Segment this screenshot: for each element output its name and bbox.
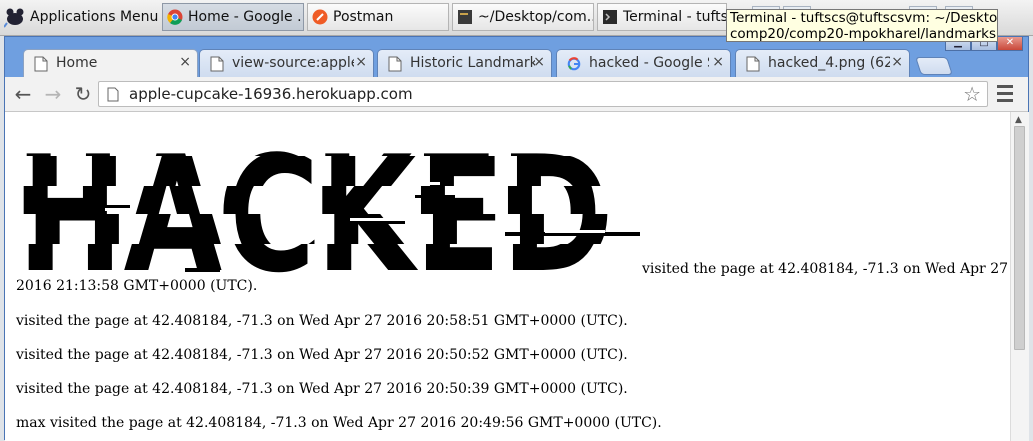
reload-icon: ↻ [74,82,92,106]
page-icon [746,56,760,72]
address-bar[interactable]: apple-cupcake-16936.herokuapp.com ☆ [98,81,988,107]
tab-label: Home [56,55,98,71]
tab-label: view-source:apple-c [232,55,354,71]
taskbar-item-label: Terminal - tufts... [623,9,726,25]
taskbar-item-file-terminal[interactable]: ~/Desktop/com... [452,3,594,31]
back-button[interactable]: ← [11,82,35,106]
browser-window: Home × view-source:apple-c × Historic La… [4,36,1030,441]
chrome-icon [167,9,183,25]
page-content: HACKED HACKED HACKED HACKED HACKED visit… [5,112,1010,441]
tab-view-source[interactable]: view-source:apple-c × [199,49,374,77]
taskbar-item-label: Home - Google ... [188,9,304,25]
log-entry: visited the page at 42.408184, -71.3 on … [16,313,628,329]
tooltip-line-1: Terminal - tuftscs@tuftscsvm: ~/Desktop/… [730,10,998,26]
back-arrow-icon: ← [14,82,32,106]
log-entry: visited the page at 42.408184, -71.3 on … [16,347,628,363]
google-g-icon [567,57,581,71]
tab-close-icon[interactable]: × [179,54,191,70]
hacked-banner-image: HACKED HACKED HACKED HACKED HACKED [15,121,640,275]
tab-label: hacked_4.png (622 [768,55,890,71]
close-window-button[interactable]: ✕ [997,37,1023,51]
tab-close-icon[interactable]: × [712,54,724,70]
page-icon [210,56,224,72]
log-entry-first-part: visited the page at 42.408184, -71.3 on … [642,261,1009,277]
close-icon: ✕ [1005,37,1015,48]
forward-arrow-icon: → [44,82,62,106]
new-tab-button[interactable] [915,57,953,75]
page-icon [388,56,402,72]
tab-hacked-image[interactable]: hacked_4.png (622 × [735,49,910,77]
forward-button[interactable]: → [41,82,65,106]
tab-google-search[interactable]: hacked - Google Se × [556,49,731,77]
taskbar-item-terminal[interactable]: Terminal - tufts... [597,3,727,31]
taskbar-item-label: ~/Desktop/com... [478,9,594,25]
page-icon [34,56,48,72]
log-entry-first-continuation: 2016 21:13:58 GMT+0000 (UTC). [16,278,258,294]
mouse-logo-icon [4,8,24,28]
tab-close-icon[interactable]: × [355,54,367,70]
taskbar-item-label: Postman [333,9,394,25]
tab-label: Historic Landmarks [410,55,535,71]
taskbar-item-postman[interactable]: Postman [307,3,449,31]
scroll-up-arrow-icon[interactable]: ▲ [1015,115,1022,125]
url-text: apple-cupcake-16936.herokuapp.com [129,85,413,103]
chrome-menu-button[interactable] [997,85,1013,103]
page-scrollbar[interactable]: ▲ [1010,112,1029,441]
bookmark-star-icon[interactable]: ☆ [963,82,981,106]
tab-close-icon[interactable]: × [891,54,903,70]
browser-toolbar: ← → ↻ apple-cupcake-16936.herokuapp.com … [5,77,1028,112]
tab-close-icon[interactable]: × [533,54,545,70]
tab-strip: Home × view-source:apple-c × Historic La… [5,37,1030,77]
tab-label: hacked - Google Se [589,55,709,71]
reload-button[interactable]: ↻ [71,82,95,106]
terminal-icon [603,10,617,24]
scrollbar-thumb[interactable] [1014,126,1025,350]
folder-terminal-icon [458,10,472,24]
terminal-tooltip: Terminal - tuftscs@tuftscsvm: ~/Desktop/… [726,9,998,42]
taskbar-item-chrome[interactable]: Home - Google ... [162,3,304,31]
log-entry: visited the page at 42.408184, -71.3 on … [16,381,628,397]
log-entry: max visited the page at 42.408184, -71.3… [16,415,662,431]
tab-home[interactable]: Home × [23,49,198,77]
tooltip-line-2: comp20/comp20-mpokharel/landmarks [730,26,997,42]
tab-historic-landmarks[interactable]: Historic Landmarks × [377,49,552,77]
page-icon [107,87,119,102]
postman-icon [312,9,328,25]
applications-menu-label: Applications Menu [30,9,159,25]
